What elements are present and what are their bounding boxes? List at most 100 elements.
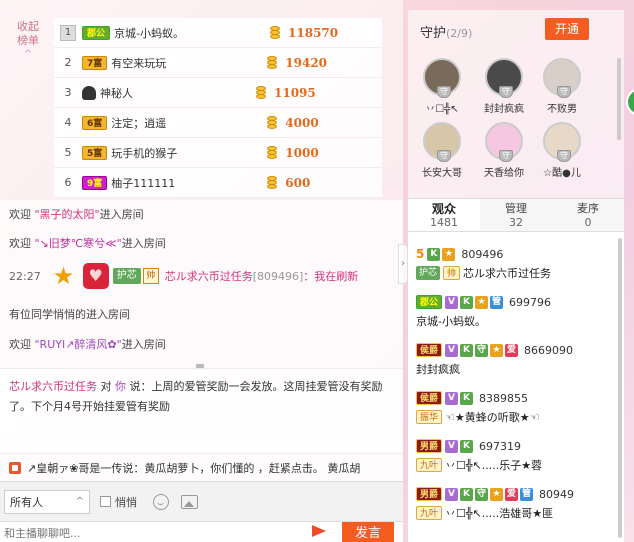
user-tag: 爱: [505, 343, 519, 357]
chat-message-line: 22:27 ★ ♥ 护芯 帅 芯ル求六币过任务 [809496] ：我在刷新: [9, 262, 358, 290]
floating-widget[interactable]: [626, 88, 634, 116]
open-guard-button[interactable]: 开通: [545, 18, 589, 40]
user-name-line: 封封疯疯: [416, 361, 624, 377]
chat-username[interactable]: 芯ル求六币过任务: [165, 268, 253, 284]
rank-row[interactable]: 2 7富 有空来玩玩 19420: [54, 48, 382, 78]
marquee-text: ↗皇朝ァ❀哥是一传说：黄瓜胡萝卜，你们懂的 ，赶紧点击。 黄瓜胡: [27, 461, 361, 475]
user-tag: 守: [475, 343, 489, 357]
rank-row[interactable]: 5 5富 玩手机的猴子 1000: [54, 138, 382, 168]
user-name-line: 护芯帅芯ル求六币过任务: [416, 265, 624, 281]
audience-tabs: 观众 1481 管理 32 麦序 0: [408, 198, 624, 232]
user-tag: K: [460, 439, 474, 453]
user-tag: K: [460, 487, 474, 501]
chat-message-text: ：我在刷新: [303, 270, 359, 283]
tab-mic-queue[interactable]: 麦序 0: [552, 199, 624, 231]
user-row[interactable]: 侯爵 V K 守 ★ 爱 8669090 封封疯疯: [416, 342, 624, 377]
broadcast-marquee[interactable]: ↗皇朝ァ❀哥是一传说：黄瓜胡萝卜，你们懂的 ，赶紧点击。 黄瓜胡: [0, 453, 403, 481]
user-badges: 男爵 V K 守 ★ 爱管 80949: [416, 486, 624, 502]
collapse-label-2: 榜单: [17, 34, 39, 47]
chat-username[interactable]: "黑子的太阳": [35, 208, 100, 221]
avatar: 守: [485, 58, 523, 98]
coin-stack-icon: [265, 55, 281, 70]
guard-member[interactable]: 守 ☆酷●儿: [532, 122, 592, 179]
user-name-tag: 九叶: [416, 458, 443, 472]
recipient-value: 所有人: [10, 495, 43, 509]
chat-panel: 收起 榜单 ^ 1 郡公 京城-小蚂蚁。 118570 2 7富 有空来玩玩 19420 3 神秘…: [0, 0, 403, 542]
tab-admin[interactable]: 管理 32: [480, 199, 552, 231]
chat-username[interactable]: "RUYI↗醉清风✿": [35, 338, 122, 351]
user-badges: 侯爵 V K 守 ★ 爱 8669090: [416, 342, 624, 358]
guard-title: 守护(2/9): [420, 22, 472, 41]
message-text: 对: [97, 380, 115, 393]
message-target: 你: [115, 380, 126, 393]
private-message-panel: 芯ル求六币过任务 对 你 说：上周的爱管奖励一会发放。这周挂爱管没有奖励了。下个…: [0, 368, 403, 453]
rank-score: 11095: [274, 85, 316, 100]
user-row[interactable]: 郡公 V K ★ 管 699796 京城-小蚂蚁。: [416, 294, 624, 329]
rank-row[interactable]: 3 神秘人 11095: [54, 78, 382, 108]
message-sender[interactable]: 芯ル求六币过任务: [9, 380, 97, 393]
paper-plane-icon[interactable]: [312, 525, 326, 537]
rank-username[interactable]: 柚子111111: [111, 175, 261, 191]
guard-scrollbar[interactable]: [617, 58, 621, 140]
rank-username[interactable]: 注定；逍遥: [111, 115, 261, 131]
rank-username[interactable]: 玩手机的猴子: [111, 145, 261, 161]
user-badges: 侯爵 V K 8389855: [416, 390, 624, 406]
tab-audience[interactable]: 观众 1481: [408, 199, 480, 231]
shield-icon: 守: [557, 150, 571, 162]
coin-stack-icon: [265, 145, 281, 160]
coin-stack-icon: [254, 85, 270, 100]
user-row[interactable]: 5 K ★ 809496 护芯帅芯ル求六币过任务: [416, 246, 624, 281]
rank-area: 收起 榜单 ^ 1 郡公 京城-小蚂蚁。 118570 2 7富 有空来玩玩 19420 3 神秘…: [0, 10, 403, 200]
whisper-checkbox[interactable]: 悄悄: [100, 494, 137, 510]
user-row[interactable]: 男爵 V K 697319 九叶 丷☐╬↖.....乐子★蓉: [416, 438, 624, 473]
chat-username[interactable]: "↘旧梦℃寒兮≪": [35, 237, 122, 250]
rank-row[interactable]: 1 郡公 京城-小蚂蚁。 118570: [54, 18, 382, 48]
user-name[interactable]: 丷☐╬↖.....浩雄哥★匪: [445, 505, 553, 521]
noble-badge: 侯爵: [416, 343, 443, 357]
user-tag: 管: [520, 487, 534, 501]
mystery-user-icon: [82, 85, 96, 100]
shield-icon: 守: [557, 86, 571, 98]
user-row[interactable]: 男爵 V K 守 ★ 爱管 80949 九叶 丷☐╬↖.....浩雄哥★匪: [416, 486, 624, 521]
chat-text: 进入房间: [121, 338, 166, 351]
user-list-scrollbar[interactable]: [618, 238, 622, 538]
rank-username[interactable]: 京城-小蚂蚁。: [114, 25, 264, 41]
shield-icon: 守: [499, 86, 513, 98]
guard-header: 守护(2/9) 开通: [408, 10, 624, 48]
user-name[interactable]: 芯ル求六币过任务: [463, 265, 551, 281]
user-name[interactable]: 京城-小蚂蚁。: [416, 313, 486, 329]
user-row[interactable]: 侯爵 V K 8389855 振华 ☜★黄蜂の听歌★☜: [416, 390, 624, 425]
guard-member-name: ☆酷●儿: [543, 168, 581, 179]
tab-label: 管理: [505, 202, 527, 215]
user-name[interactable]: 封封疯疯: [416, 361, 460, 377]
guard-member[interactable]: 守封封疯疯: [474, 58, 534, 115]
user-name[interactable]: ☜★黄蜂の听歌★☜: [445, 409, 539, 425]
emoji-icon[interactable]: [153, 493, 169, 510]
avatar: 守: [543, 58, 581, 98]
chat-time: 22:27: [9, 269, 41, 283]
chat-input[interactable]: [4, 524, 304, 542]
guard-member[interactable]: 守天香给你: [474, 122, 534, 179]
collapse-label-1: 收起: [17, 20, 39, 33]
rank-row[interactable]: 6 9富 柚子111111 600: [54, 168, 382, 198]
guard-member[interactable]: 守不败男: [532, 58, 592, 115]
guard-member[interactable]: 守丷☐╬↖: [412, 58, 472, 115]
avatar: 守: [423, 122, 461, 162]
rank-username[interactable]: 神秘人: [100, 85, 250, 101]
user-tag: V: [445, 391, 459, 405]
user-tag: K: [460, 343, 474, 357]
user-name[interactable]: 丷☐╬↖.....乐子★蓉: [445, 457, 542, 473]
image-icon[interactable]: [181, 494, 198, 509]
star-level-icon: ★: [52, 262, 75, 290]
rank-username[interactable]: 有空来玩玩: [111, 55, 261, 71]
collapse-rank-button[interactable]: 收起 榜单 ^: [8, 20, 48, 62]
chat-user-id: [809496]: [252, 269, 304, 283]
chevron-right-icon[interactable]: ›: [398, 244, 408, 284]
rank-row[interactable]: 4 6富 注定；逍遥 4000: [54, 108, 382, 138]
user-badges: 5 K ★ 809496: [416, 246, 624, 262]
send-button[interactable]: 发言: [342, 522, 394, 542]
user-badges: 男爵 V K 697319: [416, 438, 624, 454]
recipient-select[interactable]: 所有人 ^: [4, 489, 90, 514]
user-list: 5 K ★ 809496 护芯帅芯ル求六币过任务 郡公 V K ★ 管 699796 京城-小蚂蚁。侯…: [408, 232, 624, 542]
guard-member[interactable]: 守长安大哥: [412, 122, 472, 179]
